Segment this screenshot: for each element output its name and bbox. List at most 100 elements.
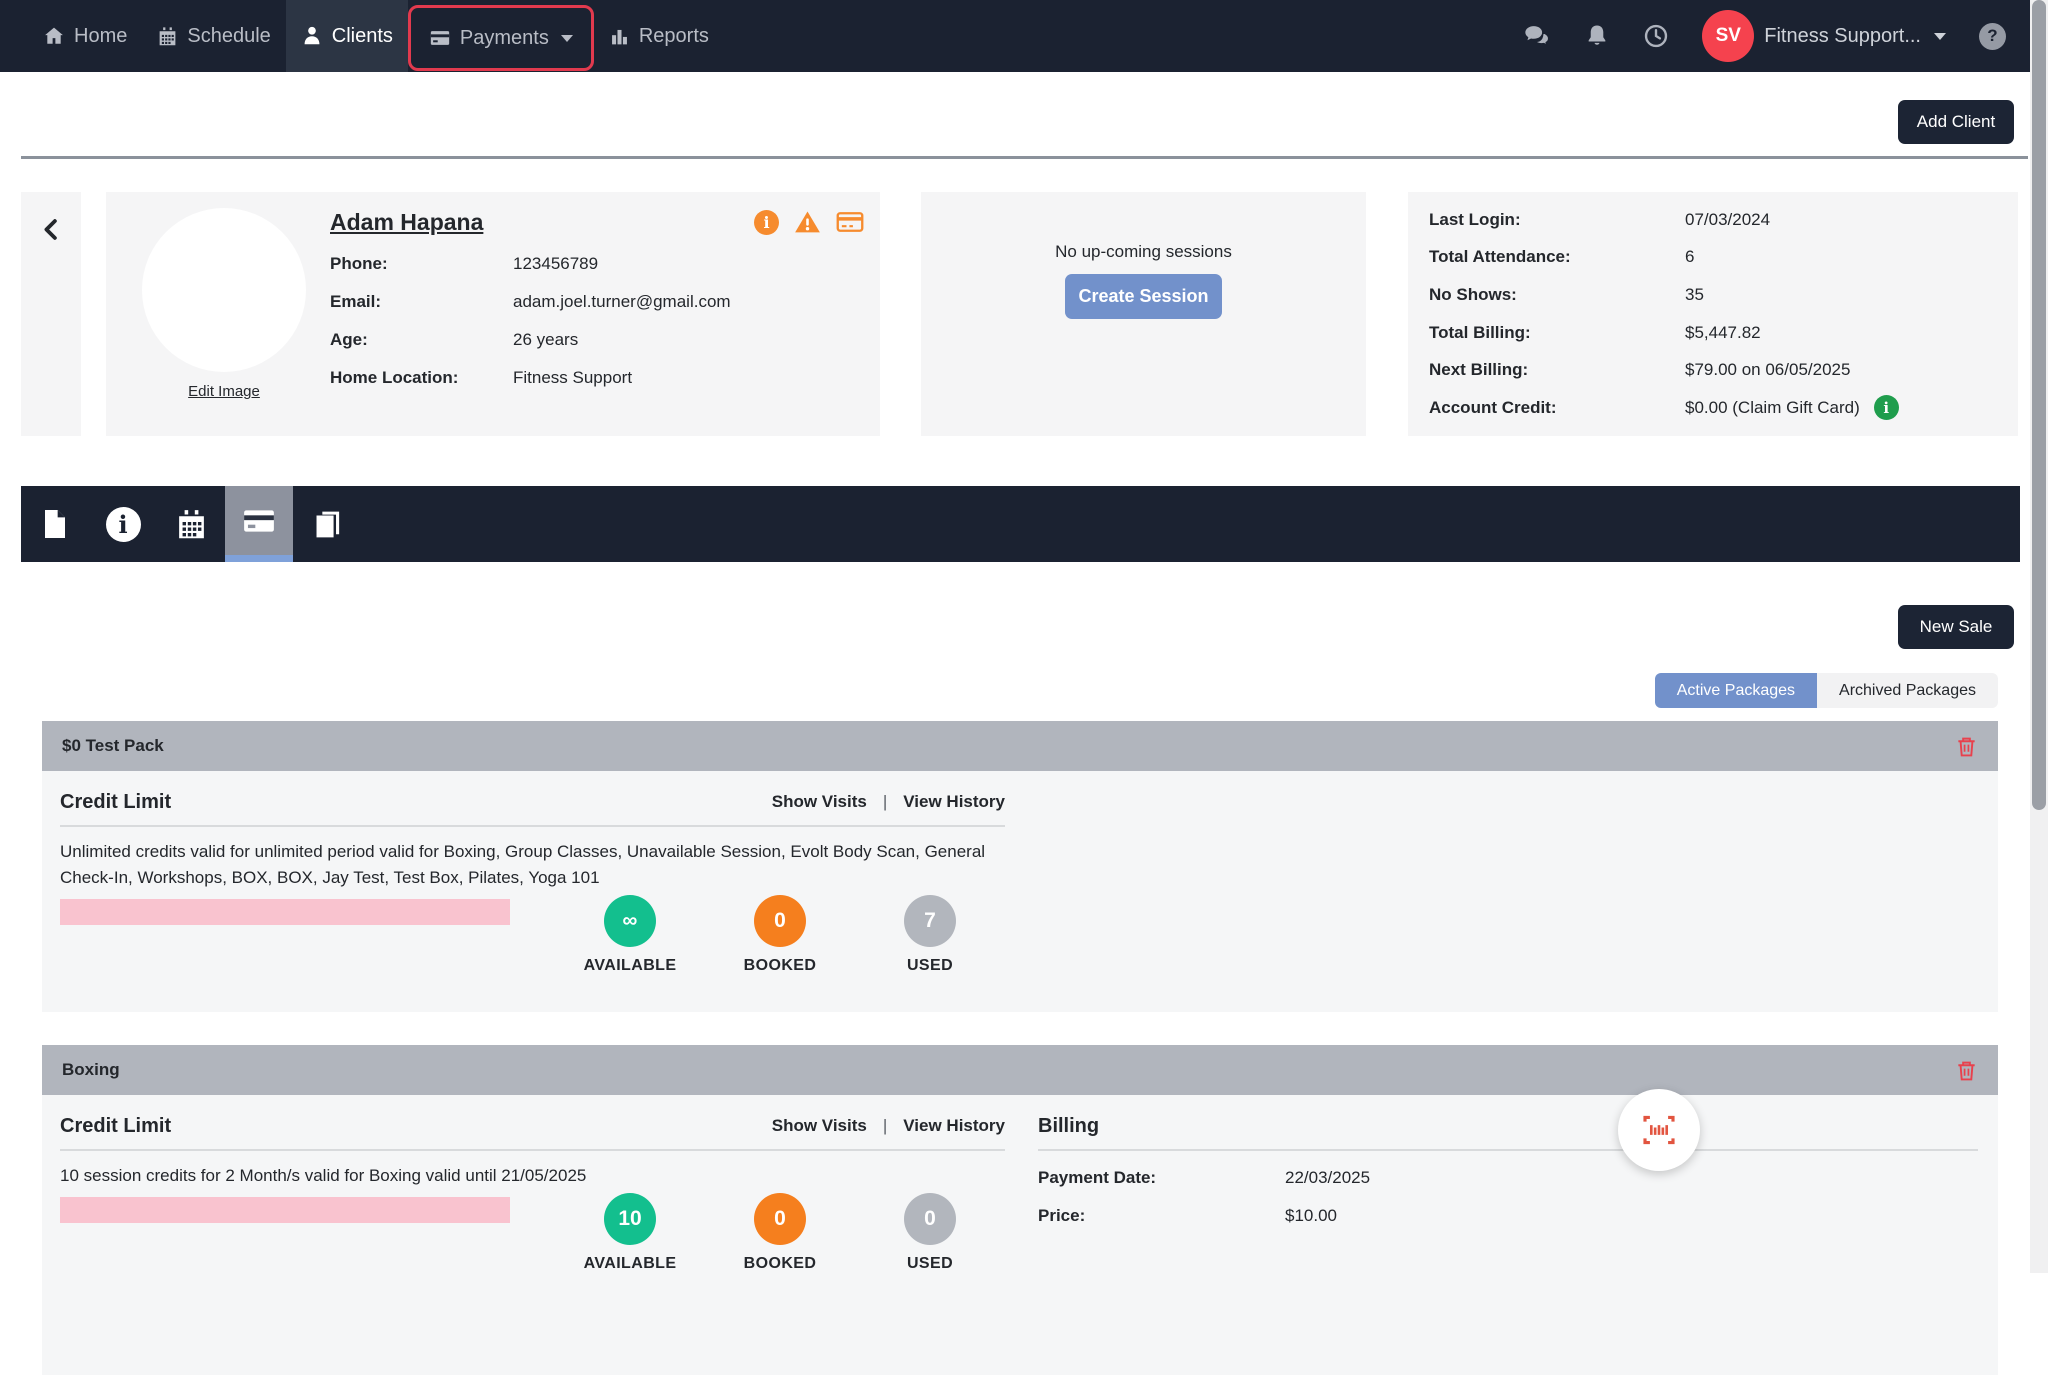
nav-item-reports[interactable]: Reports [594,0,724,72]
client-section-tabs: i [21,486,2020,562]
bell-icon[interactable] [1584,23,1610,49]
chat-icon[interactable] [1523,22,1551,50]
credit-card-icon [429,27,451,49]
client-summary-card: Edit Image Adam Hapana i Phone: 12345678… [106,192,880,436]
nav-item-label: Clients [331,24,393,47]
client-details: Adam Hapana i Phone: 123456789 Email: ad… [330,208,864,388]
nav-item-label: Home [74,24,128,47]
payments-highlight-box: Payments [407,5,594,71]
stats-row: Total Attendance: 6 [1429,247,1695,267]
tab-documents[interactable] [21,486,89,562]
chevron-left-icon [44,219,57,240]
add-client-button[interactable]: Add Client [1898,100,2014,144]
used-badge: 7 USED [864,895,996,975]
package-description: Unlimited credits valid for unlimited pe… [60,842,986,887]
package-card: Boxing Credit Limit Show Visits | View H… [42,1045,1998,1375]
billing-row: Payment Date: 22/03/2025 [1038,1167,1371,1187]
info-icon[interactable]: i [754,209,779,235]
booked-badge: 0 BOOKED [714,1193,846,1273]
help-icon[interactable]: ? [1979,22,2006,50]
credit-limit-title: Credit Limit [60,1114,172,1137]
new-sale-button[interactable]: New Sale [1898,605,2014,649]
top-navbar: Home Schedule Clients Payments Reports S… [0,0,2048,72]
back-button[interactable] [21,192,81,436]
info-icon: i [105,506,141,542]
client-detail-row: Home Location: Fitness Support [330,367,633,387]
available-badge: ∞ AVAILABLE [564,895,696,975]
warning-icon[interactable] [794,209,821,236]
client-photo [142,208,306,372]
credit-info-icon[interactable]: i [1873,395,1899,421]
view-history-link[interactable]: View History [903,792,1005,812]
credit-limit-title: Credit Limit [60,790,172,813]
main-nav: Home Schedule Clients Payments Reports [0,0,724,72]
bar-chart-icon [609,26,630,47]
barcode-icon[interactable] [1618,1089,1700,1171]
package-header: $0 Test Pack [42,721,1998,771]
client-detail-row: Phone: 123456789 [330,253,599,273]
nav-item-label: Payments [459,26,549,49]
package-card: $0 Test Pack Credit Limit Show Visits | … [42,721,1998,1012]
chevron-down-icon [560,34,573,42]
package-header: Boxing [42,1045,1998,1095]
trash-icon[interactable] [1955,1059,1978,1082]
credit-progress-bar [60,1197,510,1223]
package-title: $0 Test Pack [62,736,164,755]
scrollbar-track[interactable] [2030,0,2048,1273]
tab-notes[interactable] [293,486,361,562]
booked-badge: 0 BOOKED [714,895,846,975]
account-menu[interactable]: SV Fitness Support... [1702,10,1946,62]
tab-payments[interactable] [225,486,293,562]
client-detail-row: Age: 26 years [330,329,579,349]
trash-icon[interactable] [1955,735,1978,758]
package-filter-toggle: Active Packages Archived Packages [1654,673,1998,708]
nav-item-clients[interactable]: Clients [285,0,408,72]
upcoming-sessions-card: No up-coming sessions Create Session [921,192,1366,436]
chevron-down-icon [1934,32,1946,40]
section-divider [1038,1149,1978,1151]
client-alert-icons: i [754,208,864,236]
avatar: SV [1702,10,1755,62]
client-name-link[interactable]: Adam Hapana [330,209,483,236]
stats-row: Next Billing: $79.00 on 06/05/2025 [1429,360,1851,380]
stats-row: Last Login: 07/03/2024 [1429,209,1771,229]
billing-section: Billing Payment Date: 22/03/2025 Price: … [1038,1111,1978,1226]
archived-packages-tab[interactable]: Archived Packages [1817,673,1998,708]
package-description: 10 session credits for 2 Month/s valid f… [60,1166,587,1185]
client-stats-card: Last Login: 07/03/2024 Total Attendance:… [1408,192,2018,436]
scrollbar-thumb[interactable] [2032,0,2046,810]
file-icon [39,508,71,540]
nav-item-label: Reports [638,24,709,47]
stats-row: Account Credit: $0.00 (Claim Gift Card) … [1429,389,2018,427]
stats-row: Total Billing: $5,447.82 [1429,322,1761,342]
view-history-link[interactable]: View History [903,1116,1005,1136]
home-icon [43,25,65,47]
billing-row: Price: $10.00 [1038,1205,1337,1225]
header-divider [21,156,2028,159]
nav-item-schedule[interactable]: Schedule [142,0,285,72]
nav-item-home[interactable]: Home [28,0,142,72]
clock-icon[interactable] [1643,23,1669,49]
person-icon [301,25,323,47]
package-body: Credit Limit Show Visits | View History … [42,771,1998,1012]
account-name: Fitness Support... [1764,24,1921,47]
section-divider [60,1149,1005,1151]
tab-schedule[interactable] [157,486,225,562]
billing-title: Billing [1038,1114,1100,1137]
create-session-button[interactable]: Create Session [1065,274,1222,319]
used-badge: 0 USED [864,1193,996,1273]
credit-progress-bar [60,899,510,925]
client-avatar-column: Edit Image [136,208,312,401]
package-title: Boxing [62,1060,120,1079]
show-visits-link[interactable]: Show Visits [772,1116,867,1136]
nav-item-payments[interactable]: Payments [414,27,588,50]
nav-item-label: Schedule [187,24,271,47]
payment-card-icon[interactable] [836,208,864,236]
show-visits-link[interactable]: Show Visits [772,792,867,812]
packages-panel: New Sale Active Packages Archived Packag… [21,588,2020,1375]
active-packages-tab[interactable]: Active Packages [1654,673,1818,708]
tab-info[interactable]: i [89,486,157,562]
edit-image-link[interactable]: Edit Image [188,383,260,400]
stats-row: No Shows: 35 [1429,284,1704,304]
no-sessions-text: No up-coming sessions [1055,242,1232,261]
